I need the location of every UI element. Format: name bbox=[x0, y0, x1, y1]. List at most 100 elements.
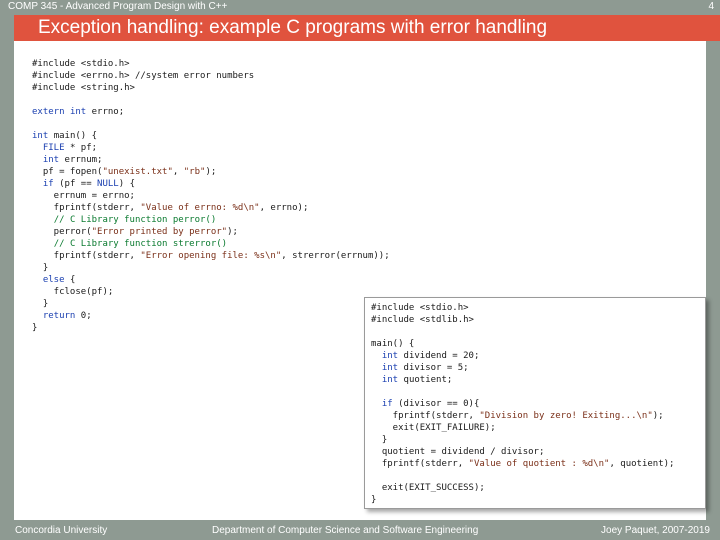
title-banner: Exception handling: example C programs w… bbox=[14, 15, 720, 41]
code-line: } bbox=[371, 494, 705, 506]
page-number: 4 bbox=[708, 1, 714, 12]
code-token: "Error printed by perror" bbox=[91, 227, 228, 237]
code-token: * pf; bbox=[64, 143, 98, 153]
code-token: , quotient); bbox=[609, 459, 675, 469]
code-token: divisor = 5; bbox=[403, 363, 469, 373]
code-token: #include <stdio.h> bbox=[371, 303, 469, 313]
code-token: #include <stdio.h> bbox=[32, 59, 130, 69]
code-token: // C Library function perror() bbox=[53, 215, 217, 225]
code-token: } bbox=[32, 323, 38, 333]
top-bar: COMP 345 - Advanced Program Design with … bbox=[0, 0, 720, 14]
footer-department: Department of Computer Science and Softw… bbox=[212, 525, 479, 536]
code-line: #include <stdlib.h> bbox=[371, 314, 705, 326]
code-token: if bbox=[381, 399, 399, 409]
code-token: int bbox=[381, 363, 404, 373]
code-line: extern int errno; bbox=[32, 106, 390, 118]
code-line: #include <stdio.h> bbox=[32, 58, 390, 70]
code-token: main() { bbox=[53, 131, 98, 141]
code-token: fprintf(stderr, bbox=[371, 459, 469, 469]
code-line: if (divisor == 0){ bbox=[371, 398, 705, 410]
code-line: } bbox=[32, 298, 390, 310]
code-token: quotient; bbox=[403, 375, 453, 385]
code-line: errnum = errno; bbox=[32, 190, 390, 202]
code-line: } bbox=[371, 434, 705, 446]
code-token: (divisor == 0){ bbox=[398, 399, 480, 409]
code-line: fclose(pf); bbox=[32, 286, 390, 298]
code-line: fprintf(stderr, "Division by zero! Exiti… bbox=[371, 410, 705, 422]
code-token: if bbox=[42, 179, 60, 189]
code-token: dividend = 20; bbox=[403, 351, 480, 361]
code-token: errnum; bbox=[64, 155, 103, 165]
code-token: errno; bbox=[91, 107, 125, 117]
code-token: "Value of quotient : %d\n" bbox=[468, 459, 610, 469]
code-token: fclose(pf); bbox=[32, 287, 114, 297]
code-line: int errnum; bbox=[32, 154, 390, 166]
code-token: } bbox=[32, 299, 49, 309]
code-line: int main() { bbox=[32, 130, 390, 142]
code-token: perror( bbox=[32, 227, 92, 237]
code-line: int dividend = 20; bbox=[371, 350, 705, 362]
footer-author: Joey Paquet, 2007-2019 bbox=[601, 525, 710, 536]
footer-university: Concordia University bbox=[15, 525, 108, 536]
code-line: fprintf(stderr, "Value of quotient : %d\… bbox=[371, 458, 705, 470]
code-token: ) { bbox=[118, 179, 135, 189]
code-token: , errno); bbox=[259, 203, 309, 213]
code-token: NULL bbox=[97, 179, 119, 189]
code-line: exit(EXIT_SUCCESS); bbox=[371, 482, 705, 494]
code-token: , bbox=[172, 167, 184, 177]
code-token: extern bbox=[32, 107, 70, 117]
code-token: return bbox=[42, 311, 81, 321]
code-token: } bbox=[32, 263, 49, 273]
code-token: FILE bbox=[42, 143, 65, 153]
code-line: pf = fopen("unexist.txt", "rb"); bbox=[32, 166, 390, 178]
code-line: // C Library function perror() bbox=[32, 214, 390, 226]
code-token: #include <errno.h> //system error number… bbox=[32, 71, 255, 81]
code-line: #include <stdio.h> bbox=[371, 302, 705, 314]
code-token: main() { bbox=[371, 339, 415, 349]
code-token: errnum = errno; bbox=[32, 191, 135, 201]
code-token: , strerror(errnum)); bbox=[281, 251, 390, 261]
code-token: "Value of errno: %d\n" bbox=[140, 203, 260, 213]
code-token: exit(EXIT_SUCCESS); bbox=[371, 483, 485, 493]
code-block-errno-example: #include <stdio.h> #include <errno.h> //s… bbox=[32, 58, 390, 334]
code-line: #include <errno.h> //system error number… bbox=[32, 70, 390, 82]
code-token: // C Library function strerror() bbox=[53, 239, 228, 249]
code-token: int bbox=[69, 107, 92, 117]
code-line: int divisor = 5; bbox=[371, 362, 705, 374]
code-token: int bbox=[381, 351, 404, 361]
code-token: exit(EXIT_FAILURE); bbox=[371, 423, 496, 433]
code-token: int bbox=[32, 131, 54, 141]
code-token: ); bbox=[652, 411, 664, 421]
code-token: #include <string.h> bbox=[32, 83, 135, 93]
code-line: main() { bbox=[371, 338, 705, 350]
code-token: #include <stdlib.h> bbox=[371, 315, 474, 325]
slide-title: Exception handling: example C programs w… bbox=[38, 17, 548, 38]
code-line: quotient = dividend / divisor; bbox=[371, 446, 705, 458]
code-line: FILE * pf; bbox=[32, 142, 390, 154]
code-token: quotient = dividend / divisor; bbox=[371, 447, 545, 457]
code-token: "Error opening file: %s\n" bbox=[140, 251, 282, 261]
code-token: fprintf(stderr, bbox=[371, 411, 480, 421]
code-line: perror("Error printed by perror"); bbox=[32, 226, 390, 238]
content-area: #include <stdio.h> #include <errno.h> //s… bbox=[14, 41, 706, 520]
code-token: fprintf(stderr, bbox=[32, 203, 141, 213]
code-line: exit(EXIT_FAILURE); bbox=[371, 422, 705, 434]
code-line: fprintf(stderr, "Value of errno: %d\n", … bbox=[32, 202, 390, 214]
code-token: int bbox=[42, 155, 65, 165]
code-token: "rb" bbox=[183, 167, 206, 177]
code-token: (pf == bbox=[59, 179, 98, 189]
code-token: ); bbox=[205, 167, 217, 177]
code-token: ); bbox=[227, 227, 238, 237]
code-token: "unexist.txt" bbox=[102, 167, 173, 177]
